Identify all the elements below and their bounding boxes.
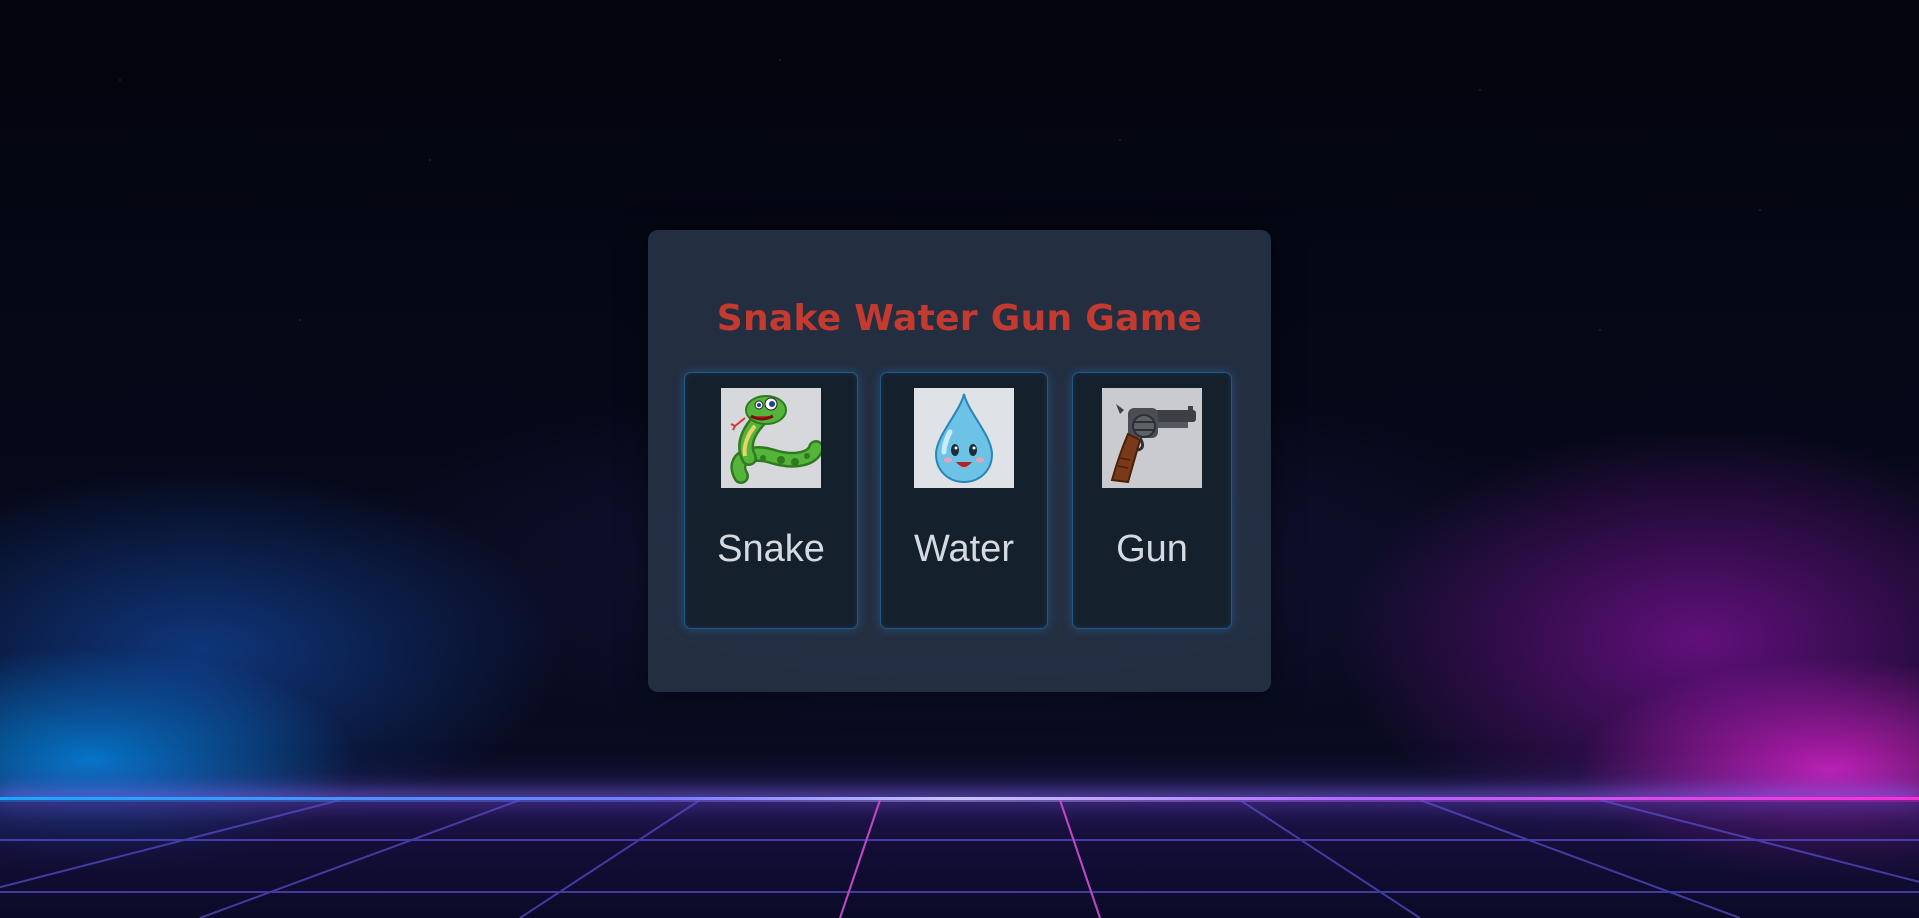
neon-grid-floor xyxy=(0,800,1919,918)
choice-label-water: Water xyxy=(914,528,1014,570)
choice-gun[interactable]: Gun xyxy=(1072,372,1232,629)
snake-icon xyxy=(721,388,821,488)
choice-label-gun: Gun xyxy=(1116,528,1188,570)
choice-water[interactable]: Water xyxy=(880,372,1048,629)
game-panel: Snake Water Gun Game Snake Water Gun xyxy=(648,230,1271,692)
choices-row: Snake Water Gun xyxy=(684,372,1244,631)
choice-label-snake: Snake xyxy=(717,528,825,570)
water-drop-icon xyxy=(914,388,1014,488)
game-title: Snake Water Gun Game xyxy=(716,298,1203,339)
choice-snake[interactable]: Snake xyxy=(684,372,858,629)
revolver-icon xyxy=(1102,388,1202,488)
